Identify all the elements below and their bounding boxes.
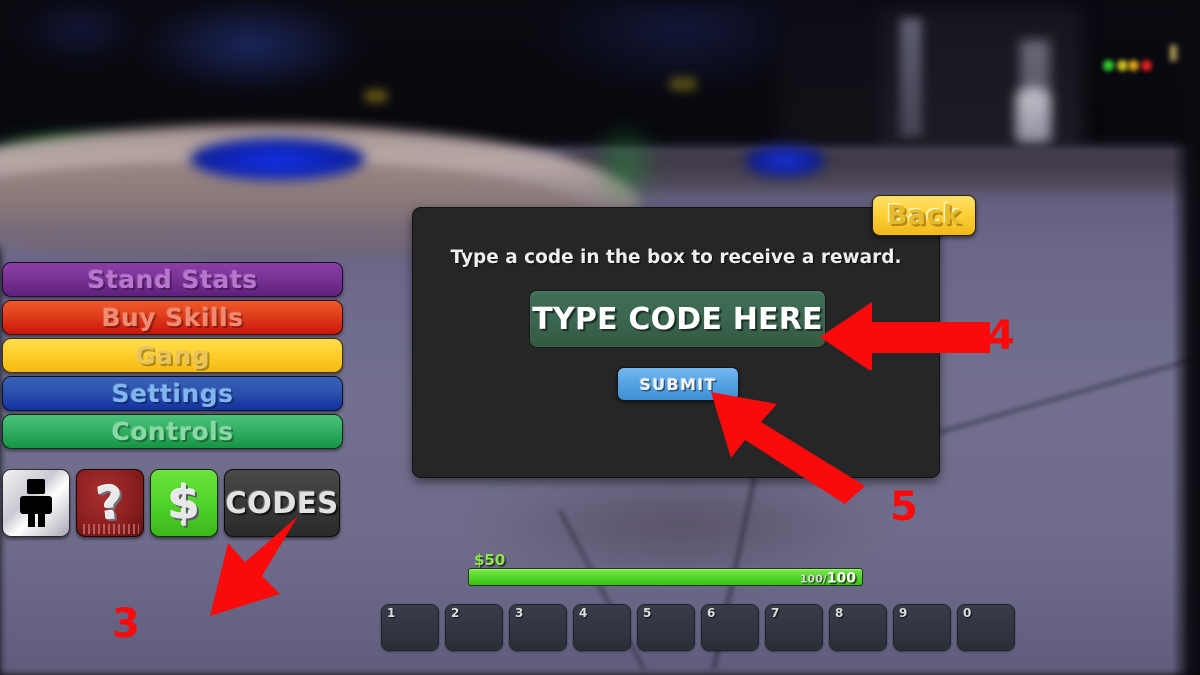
- background-amber-light-2: [670, 78, 696, 90]
- hotbar-slot[interactable]: 4: [573, 604, 631, 651]
- hotbar-slot[interactable]: 7: [765, 604, 823, 651]
- menu-button-controls[interactable]: Controls: [2, 414, 343, 449]
- health-bar: 100/100: [468, 568, 863, 587]
- annotation-step-3: 3: [112, 601, 140, 647]
- hotbar-slot-number: 9: [899, 606, 908, 620]
- annotation-arrow-5: [711, 392, 865, 504]
- hotbar-slot-number: 7: [771, 606, 780, 620]
- hotbar-slot-number: 5: [643, 606, 652, 620]
- menu-button-label: Controls: [111, 417, 234, 446]
- menu-button-label: Buy Skills: [101, 303, 244, 332]
- menu-button-settings[interactable]: Settings: [2, 376, 343, 411]
- hotbar-slot[interactable]: 1: [381, 604, 439, 651]
- menu-button-stand-stats[interactable]: Stand Stats: [2, 262, 343, 297]
- back-button-label: Back: [886, 200, 962, 231]
- background-green-glow-2: [590, 120, 660, 210]
- background-pillar: [900, 18, 922, 138]
- main-menu-panel: Stand Stats Buy Skills Gang Settings Con…: [2, 262, 343, 452]
- hotbar-slot[interactable]: 0: [957, 604, 1015, 651]
- back-button[interactable]: Back: [872, 195, 976, 236]
- question-icon[interactable]: ?: [76, 469, 144, 537]
- code-input[interactable]: TYPE CODE HERE: [529, 290, 826, 348]
- hotbar-slot-number: 6: [707, 606, 716, 620]
- menu-button-label: Stand Stats: [87, 265, 258, 294]
- money-label: $50: [474, 551, 506, 569]
- hotbar-slot[interactable]: 3: [509, 604, 567, 651]
- background-character: [1016, 88, 1050, 150]
- menu-button-label: Gang: [134, 341, 211, 370]
- hotbar: 1 2 3 4 5 6 7 8 9 0: [381, 604, 1015, 651]
- annotation-step-4: 4: [987, 313, 1015, 359]
- traffic-light-orange: [1128, 60, 1139, 71]
- menu-button-buy-skills[interactable]: Buy Skills: [2, 300, 343, 335]
- health-max: 100: [826, 570, 856, 587]
- game-screenshot: Stand Stats Buy Skills Gang Settings Con…: [0, 0, 1200, 675]
- fountain-water-secondary: [745, 145, 825, 177]
- traffic-light-yellow: [1117, 60, 1128, 71]
- menu-button-label: Settings: [111, 379, 234, 408]
- annotation-arrow-3: [210, 516, 298, 616]
- code-input-value: TYPE CODE HERE: [532, 301, 823, 337]
- hotbar-slot-number: 2: [451, 606, 460, 620]
- hotbar-slot[interactable]: 9: [893, 604, 951, 651]
- fountain-water: [190, 138, 365, 180]
- question-mark-glyph: ?: [93, 474, 127, 532]
- menu-button-gang[interactable]: Gang: [2, 338, 343, 373]
- avatar-icon[interactable]: [2, 469, 70, 537]
- hotbar-slot[interactable]: 6: [701, 604, 759, 651]
- dialog-heading: Type a code in the box to receive a rewa…: [450, 247, 902, 268]
- annotation-step-5: 5: [890, 484, 918, 530]
- hotbar-slot[interactable]: 8: [829, 604, 887, 651]
- hotbar-slot[interactable]: 5: [637, 604, 695, 651]
- traffic-light-red: [1141, 60, 1152, 71]
- health-current: 100: [799, 572, 823, 586]
- background-amber-light-1: [365, 90, 387, 102]
- hotbar-slot[interactable]: 2: [445, 604, 503, 651]
- hotbar-slot-number: 0: [963, 606, 972, 620]
- avatar-silhouette-icon: [16, 479, 56, 527]
- hotbar-slot-number: 4: [579, 606, 588, 620]
- question-icon-fringe: [83, 524, 139, 534]
- hotbar-slot-number: 8: [835, 606, 844, 620]
- hotbar-slot-number: 1: [387, 606, 396, 620]
- hotbar-slot-number: 3: [515, 606, 524, 620]
- annotation-arrow-4: [820, 302, 990, 370]
- health-text: 100/100: [800, 568, 856, 587]
- screen-edge-vignette: [1172, 0, 1200, 675]
- traffic-light-green: [1103, 60, 1114, 71]
